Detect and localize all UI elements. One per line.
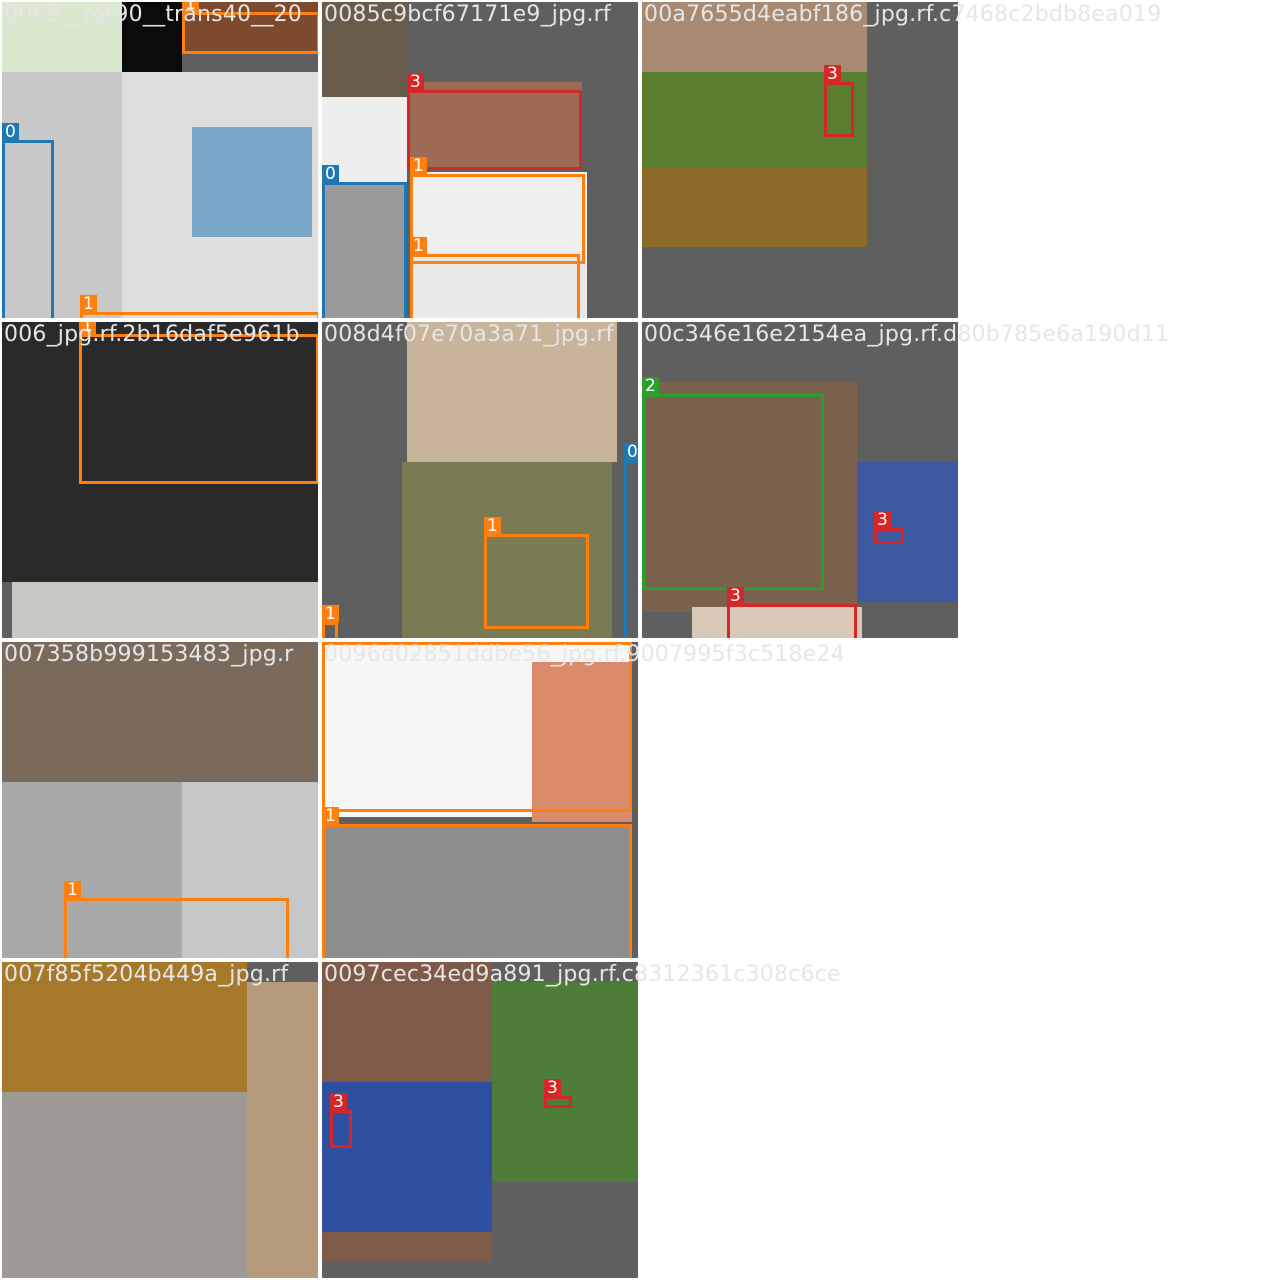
mosaic-tile-10: 33 bbox=[320, 960, 640, 1280]
class-label: 1 bbox=[322, 807, 339, 825]
bounding-box: 3 bbox=[407, 73, 582, 170]
image-region bbox=[492, 982, 638, 1182]
class-label: 1 bbox=[64, 881, 81, 899]
bounding-box: 3 bbox=[824, 65, 854, 137]
image-region bbox=[12, 582, 318, 638]
bounding-box: 2 bbox=[642, 377, 824, 590]
filename-label: 006_jpg.rf.2b16daf5e961b bbox=[4, 322, 300, 347]
class-label: 1 bbox=[410, 237, 427, 255]
mosaic-tile-5: 1 0 1 bbox=[320, 320, 640, 640]
bounding-box: 0 bbox=[2, 123, 54, 318]
class-label: 1 bbox=[484, 517, 501, 535]
mosaic-tile-3: 3 bbox=[640, 0, 960, 320]
image-region bbox=[857, 462, 958, 602]
filename-label: 0085c9bcf67171e9_jpg.rf bbox=[324, 2, 611, 27]
class-label: 1 bbox=[80, 295, 97, 313]
image-region bbox=[642, 167, 867, 247]
class-label: 3 bbox=[407, 73, 424, 91]
bounding-box: 1 bbox=[322, 605, 339, 638]
bounding-box: 1 bbox=[64, 881, 289, 958]
mosaic-tile-4: 1 bbox=[0, 320, 320, 640]
mosaic-tile-6: 2 3 3 bbox=[640, 320, 960, 640]
bounding-box: 3 bbox=[727, 587, 857, 638]
class-label: 3 bbox=[330, 1093, 347, 1111]
bounding-box: 0 bbox=[624, 443, 638, 638]
class-label: 2 bbox=[642, 377, 659, 395]
bounding-box: 1 bbox=[79, 322, 318, 484]
image-region bbox=[322, 1082, 492, 1232]
mosaic-tile-8: 11 bbox=[320, 640, 640, 960]
class-label: 1 bbox=[410, 157, 427, 175]
class-label: 3 bbox=[544, 1079, 561, 1097]
image-region bbox=[192, 127, 312, 237]
bounding-box: 3 bbox=[544, 1079, 572, 1108]
mosaic-tile-2: 3 0 1 1 bbox=[320, 0, 640, 320]
image-region bbox=[247, 982, 318, 1278]
class-label: 3 bbox=[874, 511, 891, 529]
class-label: 0 bbox=[624, 443, 638, 461]
class-label: 0 bbox=[322, 165, 339, 183]
class-label: 1 bbox=[322, 605, 339, 623]
class-label: 0 bbox=[2, 123, 19, 141]
bounding-box: 3 bbox=[330, 1093, 352, 1148]
mosaic-tile-1: 011 bbox=[0, 0, 320, 320]
filename-label: 007358b999153483_jpg.r bbox=[4, 642, 294, 667]
class-label: 3 bbox=[824, 65, 841, 83]
bounding-box: 1 bbox=[80, 295, 318, 318]
bounding-box: 0 bbox=[322, 165, 407, 318]
bounding-box: 1 bbox=[322, 807, 632, 958]
bounding-box: 3 bbox=[874, 511, 904, 544]
filename-label: 0096d02851ddbe56_jpg.rf.9007995f3c518e24 bbox=[324, 642, 845, 667]
filename-label: 007f85f5204b449a_jpg.rf bbox=[4, 962, 289, 987]
class-label: 3 bbox=[727, 587, 744, 605]
filename-label: 00c346e16e2154ea_jpg.rf.d80b785e6a190d11 bbox=[644, 322, 1170, 347]
bounding-box: 1 bbox=[410, 157, 585, 264]
filename-label: 00a7655d4eabf186_jpg.rf.c7468c2bdb8ea019 bbox=[644, 2, 1162, 27]
bounding-box: 1 bbox=[484, 517, 589, 629]
image-region bbox=[2, 1092, 247, 1278]
mosaic-tile-7: 1 bbox=[0, 640, 320, 960]
mosaic-grid: 011 3011 3 1 101 233 1 11 33 0065__rot90… bbox=[0, 0, 1280, 1280]
filename-label: 0097cec34ed9a891_jpg.rf.c8312361c308c6ce bbox=[324, 962, 841, 987]
mosaic-tile-9 bbox=[0, 960, 320, 1280]
filename-label: 0065__rot90__trans40__20 bbox=[4, 2, 302, 27]
bounding-box: 1 bbox=[410, 237, 580, 318]
filename-label: 008d4f07e70a3a71_jpg.rf bbox=[324, 322, 614, 347]
